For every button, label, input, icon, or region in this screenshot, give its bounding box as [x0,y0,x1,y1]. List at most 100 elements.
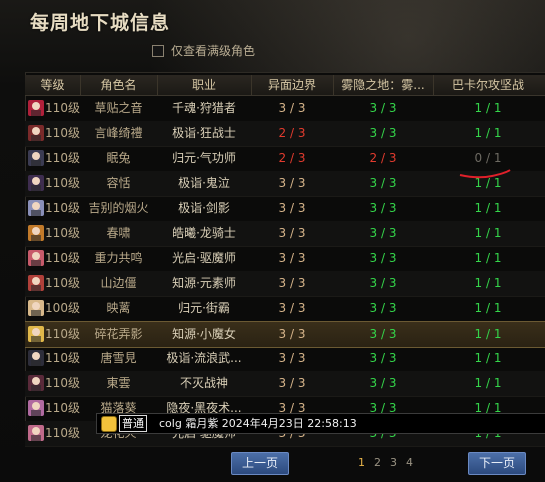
character-avatar [28,275,44,291]
chat-channel[interactable]: 普通 [119,415,147,432]
emoji-icon[interactable] [101,416,117,432]
column-header-dungeon-3[interactable]: 巴卡尔攻坚战 [433,75,543,95]
name-cell: 吉别的烟火 [88,201,149,215]
job-cell: 归元·街霸 [178,301,230,315]
name-cell: 唐雪見 [100,351,137,365]
dungeon-2-count: 3 / 3 [369,251,397,265]
level-cell: 110级 [45,276,80,290]
column-header-dungeon-2[interactable]: 雾隐之地：雾... [333,75,434,95]
level-cell: 100级 [45,301,80,315]
dungeon-2-count: 3 / 3 [369,176,397,190]
table-row[interactable]: 110级 春啸 皓曦·龙骑士 3 / 3 3 / 3 1 / 1 [25,221,545,247]
level-cell: 110级 [45,376,80,390]
job-cell: 归元·气功师 [172,151,236,165]
table-row[interactable]: 100级 映蓠 归元·街霸 3 / 3 3 / 3 1 / 1 [25,296,545,322]
page-link[interactable]: 4 [406,456,413,469]
job-cell: 极诣·鬼泣 [178,176,230,190]
name-cell: 重力共鸣 [94,251,143,265]
character-avatar [28,326,44,342]
character-avatar [28,400,44,416]
level-cell: 110级 [45,426,80,440]
table-row[interactable]: 110级 草贴之音 千魂·狩猎者 3 / 3 3 / 3 1 / 1 [25,96,545,122]
dungeon-3-count: 1 / 1 [474,376,502,390]
column-header-level: 等级 [25,75,81,95]
dungeon-1-count: 3 / 3 [278,201,306,215]
dungeon-2-count: 3 / 3 [369,351,397,365]
character-avatar [28,175,44,191]
table-row[interactable]: 110级 言峰绮禮 极诣·狂战士 2 / 3 3 / 3 1 / 1 [25,121,545,147]
character-avatar [28,125,44,141]
max-level-filter[interactable]: 仅查看满级角色 [152,42,255,59]
level-cell: 110级 [45,401,80,415]
level-cell: 110级 [45,351,80,365]
dungeon-2-count: 3 / 3 [369,101,397,115]
job-cell: 极诣·剑影 [178,201,230,215]
table-row[interactable]: 110级 吉别的烟火 极诣·剑影 3 / 3 3 / 3 1 / 1 [25,196,545,222]
dungeon-3-count: 1 / 1 [474,126,502,140]
dungeon-2-count: 3 / 3 [369,126,397,140]
dungeon-1-count: 3 / 3 [278,376,306,390]
column-header-name: 角色名 [80,75,158,95]
page-link[interactable]: 2 [374,456,381,469]
name-cell: 碎花弄影 [94,327,143,341]
dungeon-1-count: 3 / 3 [278,327,306,341]
name-cell: 言峰绮禮 [94,126,143,140]
dungeon-3-count: 1 / 1 [474,301,502,315]
character-avatar [28,375,44,391]
job-cell: 不灭战神 [179,376,228,390]
character-avatar [28,150,44,166]
dungeon-2-count: 3 / 3 [369,226,397,240]
dungeon-2-count: 2 / 3 [369,151,397,165]
dungeon-3-count: 1 / 1 [474,276,502,290]
filter-checkbox[interactable] [152,44,164,57]
dungeon-3-count: 1 / 1 [474,251,502,265]
level-cell: 110级 [45,126,80,140]
name-cell: 草贴之音 [94,101,143,115]
job-cell: 极诣·流浪武... [166,351,242,365]
level-cell: 110级 [45,101,80,115]
dungeon-2-count: 3 / 3 [369,376,397,390]
page-title: 每周地下城信息 [30,12,171,34]
character-avatar [28,425,44,441]
character-avatar [28,300,44,316]
dungeon-1-count: 3 / 3 [278,276,306,290]
dungeon-1-count: 3 / 3 [278,226,306,240]
table-row[interactable]: 110级 山边僵 知源·元素师 3 / 3 3 / 3 1 / 1 [25,271,545,297]
dungeon-3-count: 1 / 1 [474,101,502,115]
dungeon-3-count: 1 / 1 [474,327,502,341]
character-avatar [28,250,44,266]
name-cell: 春啸 [106,226,131,240]
job-cell: 知源·小魔女 [172,327,236,341]
chat-text: colg 霜月紫 2024年4月23日 22:58:13 [159,417,357,430]
table-row[interactable]: 110级 東雲 不灭战神 3 / 3 3 / 3 1 / 1 [25,371,545,397]
dungeon-3-count: 1 / 1 [474,351,502,365]
job-cell: 极诣·狂战士 [172,126,236,140]
dungeon-3-count: 1 / 1 [474,226,502,240]
character-avatar [28,350,44,366]
dungeon-2-count: 3 / 3 [369,276,397,290]
prev-page-button[interactable]: 上一页 [231,452,289,475]
dungeon-2-count: 3 / 3 [369,327,397,341]
name-cell: 映蓠 [106,301,131,315]
table-row[interactable]: 110级 唐雪見 极诣·流浪武... 3 / 3 3 / 3 1 / 1 [25,346,545,372]
character-avatar [28,225,44,241]
job-cell: 光启·驱魔师 [172,251,236,265]
chat-message-bar: 普通 colg 霜月紫 2024年4月23日 22:58:13 [96,413,545,434]
next-page-button[interactable]: 下一页 [468,452,526,475]
table-row[interactable]: 110级 碎花弄影 知源·小魔女 3 / 3 3 / 3 1 / 1 [25,321,545,348]
dungeon-1-count: 2 / 3 [278,126,306,140]
job-cell: 千魂·狩猎者 [172,101,236,115]
table-row[interactable]: 110级 重力共鸣 光启·驱魔师 3 / 3 3 / 3 1 / 1 [25,246,545,272]
job-cell: 皓曦·龙骑士 [172,226,236,240]
dungeon-1-count: 3 / 3 [278,351,306,365]
page-link[interactable]: 1 [358,456,365,469]
dungeon-1-count: 3 / 3 [278,301,306,315]
name-cell: 容恬 [106,176,131,190]
column-header-job: 职业 [157,75,252,95]
character-avatar [28,100,44,116]
page-link[interactable]: 3 [390,456,397,469]
dungeon-3-count: 1 / 1 [474,201,502,215]
level-cell: 110级 [45,151,80,165]
character-avatar [28,200,44,216]
column-header-dungeon-1[interactable]: 异面边界 [251,75,334,95]
